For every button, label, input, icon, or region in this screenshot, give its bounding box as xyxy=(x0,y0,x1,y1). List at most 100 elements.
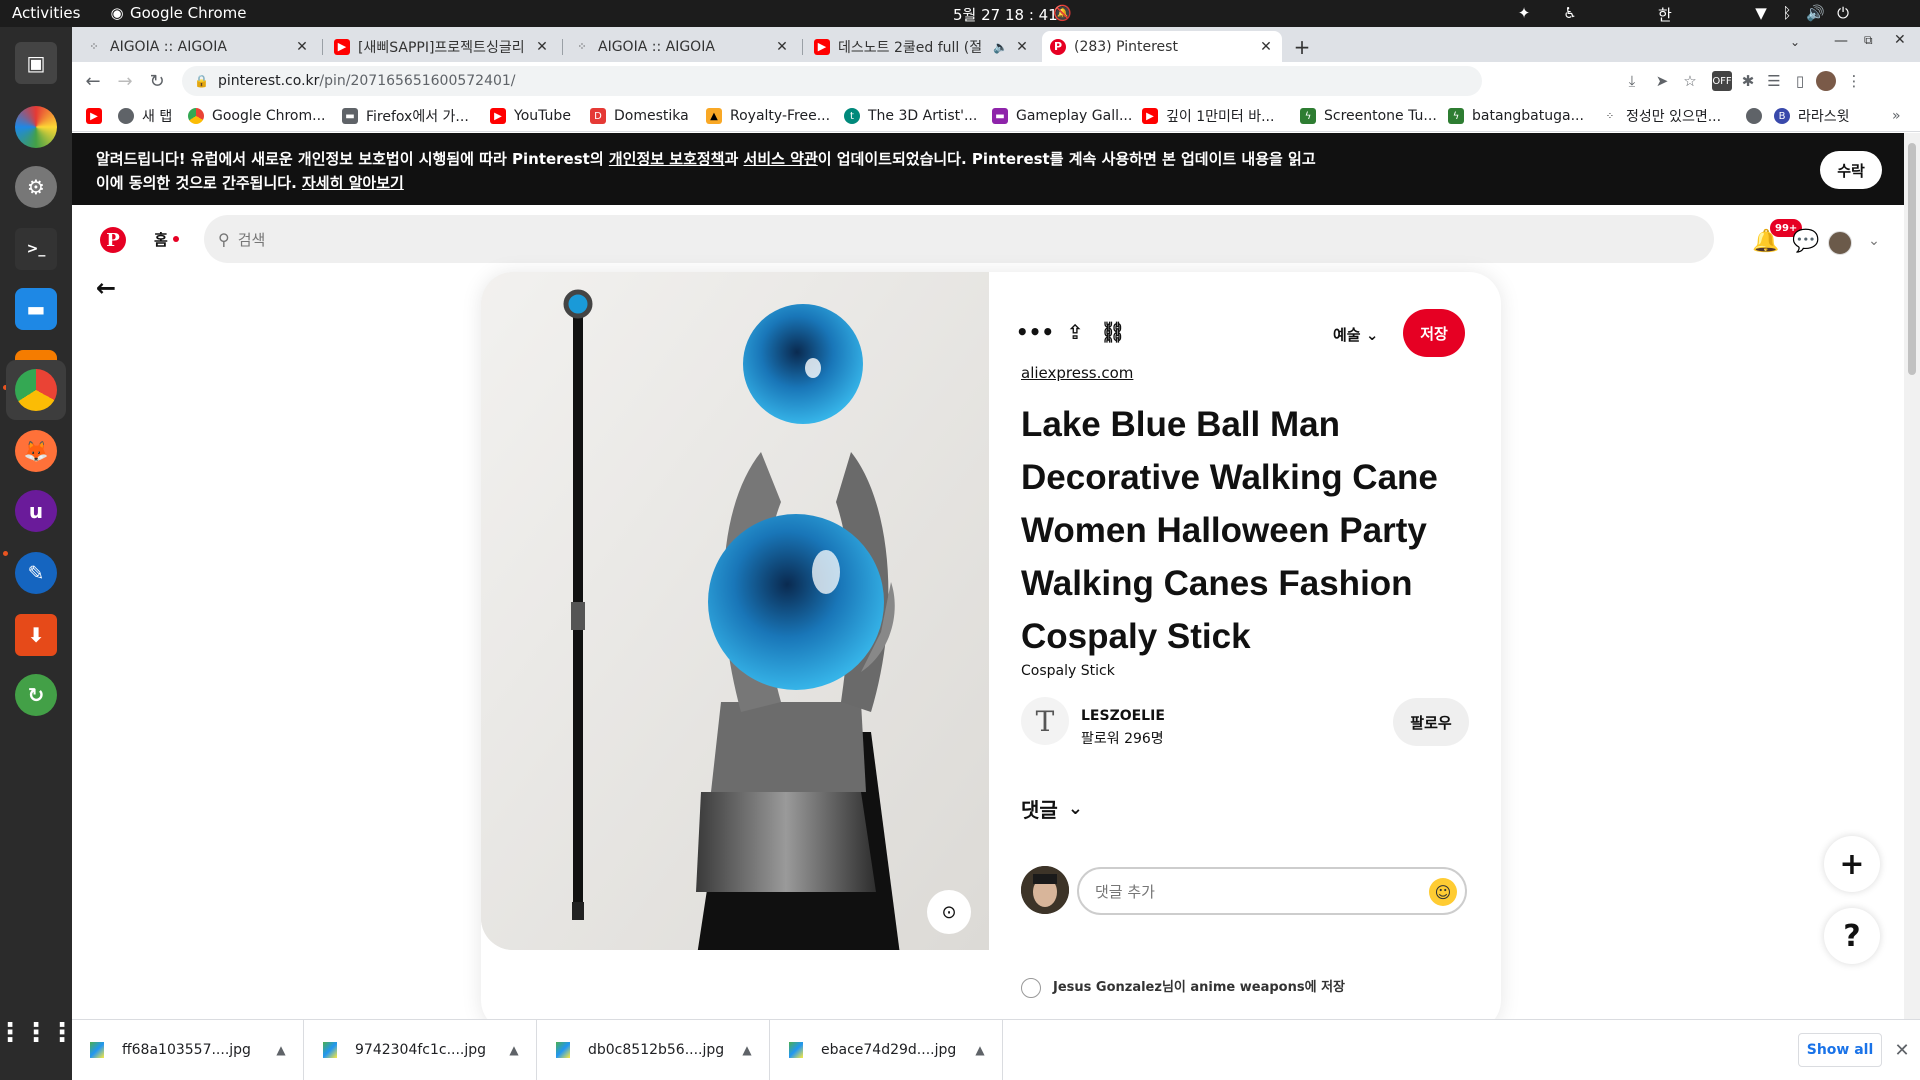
close-icon[interactable]: ✕ xyxy=(532,39,552,55)
dock-terminal[interactable]: >_ xyxy=(10,223,62,275)
pin-image[interactable]: ⊙ xyxy=(481,272,989,950)
bluetooth-icon[interactable]: ᛒ xyxy=(1778,4,1796,22)
chevron-up-icon[interactable]: ▲ xyxy=(502,1043,526,1057)
bookmarks-overflow-icon[interactable]: » xyxy=(1892,106,1901,126)
new-tab-button[interactable]: + xyxy=(1288,33,1316,61)
home-link[interactable]: 홈 xyxy=(154,229,168,250)
add-pin-button[interactable]: + xyxy=(1824,836,1880,892)
chevron-up-icon[interactable]: ▲ xyxy=(968,1043,992,1057)
power-icon[interactable]: ⏻ xyxy=(1834,4,1852,22)
download-item[interactable]: ff68a103557....jpg ▲ xyxy=(72,1020,304,1080)
dock-screenshot-app[interactable]: ▣ xyxy=(10,37,62,89)
dock-updater[interactable]: ↻ xyxy=(10,669,62,721)
bookmark-firefox-folder[interactable]: ▬ Firefox에서 가... xyxy=(342,106,469,126)
follow-button[interactable]: 팔로우 xyxy=(1393,698,1469,746)
dock-krita[interactable]: ✎ xyxy=(10,547,62,599)
back-icon[interactable]: ← xyxy=(80,68,106,94)
clock[interactable]: 5월 27 18 : 41 xyxy=(953,4,1058,25)
forward-icon[interactable]: → xyxy=(112,68,138,94)
close-icon[interactable]: ✕ xyxy=(1256,39,1276,55)
help-button[interactable]: ? xyxy=(1824,908,1880,964)
reload-icon[interactable]: ↻ xyxy=(144,68,170,94)
tab-pinterest[interactable]: P (283) Pinterest ✕ xyxy=(1042,31,1282,62)
save-button[interactable]: 저장 xyxy=(1403,309,1465,357)
messages-icon[interactable]: 💬 xyxy=(1792,227,1820,255)
privacy-policy-link[interactable]: 개인정보 보호정책 xyxy=(609,150,725,168)
send-icon[interactable]: ➤ xyxy=(1652,71,1672,91)
scrollbar-thumb[interactable] xyxy=(1908,143,1916,375)
tab-sappi[interactable]: ▶ [새삐SAPPI]프로젝트싱글리 ✕ xyxy=(326,31,558,62)
wifi-icon[interactable]: ▼ xyxy=(1752,4,1770,22)
reading-list-icon[interactable]: ☰ xyxy=(1764,71,1784,91)
copy-link-icon[interactable]: ⛓ xyxy=(1099,318,1127,346)
menu-kebab-icon[interactable]: ⋮ xyxy=(1844,71,1864,91)
tab-aigoia-2[interactable]: ⁘ AIGOIA :: AIGOIA ✕ xyxy=(566,31,798,62)
tab-search-icon[interactable]: ⌄ xyxy=(1790,35,1800,49)
bookmark-gameplay-gallery[interactable]: ▬ Gameplay Gall... xyxy=(992,106,1132,126)
bookmark-youtube[interactable]: ▶ YouTube xyxy=(490,106,571,126)
bookmark-batang[interactable]: ϟ batangbatuga... xyxy=(1448,106,1584,126)
profile-avatar-icon[interactable] xyxy=(1816,71,1836,91)
bookmark-deep-sea[interactable]: ▶ 깊이 1만미터 바... xyxy=(1142,106,1274,126)
bookmark-3d-artist[interactable]: t The 3D Artist'... xyxy=(844,106,977,126)
input-method-indicator[interactable]: 한 xyxy=(1658,4,1672,25)
close-icon[interactable]: ✕ xyxy=(292,39,312,55)
more-options-icon[interactable]: ••• xyxy=(1016,318,1054,346)
dock-installer[interactable]: ⬇ xyxy=(10,609,62,661)
comment-input[interactable]: 댓글 추가 ☺ xyxy=(1077,867,1467,915)
extensions-puzzle-icon[interactable]: ✱ xyxy=(1738,71,1758,91)
close-icon[interactable]: ✕ xyxy=(772,39,792,55)
accept-button[interactable]: 수락 xyxy=(1820,151,1882,189)
bookmark-star-icon[interactable]: ☆ xyxy=(1680,71,1700,91)
creator-avatar[interactable]: T xyxy=(1021,697,1069,745)
bookmark-royalty-free[interactable]: ▲ Royalty-Free... xyxy=(706,106,830,126)
extension-off-icon[interactable]: OFF xyxy=(1712,71,1732,91)
tab-deathnote[interactable]: ▶ 데스노트 2쿨ed full (절 🔈 ✕ xyxy=(806,31,1038,62)
account-chevron-down-icon[interactable]: ⌄ xyxy=(1860,227,1888,255)
download-item[interactable]: db0c8512b56....jpg ▲ xyxy=(538,1020,770,1080)
bookmark-youtube-icon-only[interactable]: ▶ xyxy=(86,106,110,126)
bookmark-new-tab[interactable]: 새 탭 xyxy=(118,106,172,126)
search-input[interactable]: ⚲ 검색 xyxy=(204,215,1714,263)
bookmark-jeongseong[interactable]: ⁘ 정성만 있으면... xyxy=(1602,106,1721,126)
board-select-dropdown[interactable]: 예술 ⌄ xyxy=(1333,324,1378,345)
creator-name[interactable]: LESZOELIE xyxy=(1081,708,1165,724)
accessibility-icon[interactable]: ♿ xyxy=(1561,4,1579,22)
dock-settings[interactable]: ⚙ xyxy=(10,161,62,213)
app-menu-label[interactable]: Google Chrome xyxy=(130,4,247,22)
emoji-icon[interactable]: ☺ xyxy=(1429,878,1457,906)
visual-search-lens-icon[interactable]: ⊙ xyxy=(927,890,971,934)
window-close-icon[interactable]: ✕ xyxy=(1894,32,1906,48)
pinterest-logo[interactable]: P xyxy=(100,227,126,253)
terms-of-service-link[interactable]: 서비스 약관 xyxy=(744,150,818,168)
show-applications-button[interactable]: ⋮⋮⋮ xyxy=(0,1007,75,1059)
color-picker-tray-icon[interactable]: ✦ xyxy=(1515,4,1533,22)
bookmark-domestika[interactable]: D Domestika xyxy=(590,106,689,126)
dock-upwork-app[interactable]: u xyxy=(10,485,62,537)
address-bar[interactable]: 🔒 pinterest.co.kr/pin/207165651600572401… xyxy=(182,66,1482,96)
avatar[interactable] xyxy=(1828,231,1852,255)
show-all-downloads-button[interactable]: Show all xyxy=(1798,1033,1882,1067)
dock-color-app[interactable] xyxy=(10,101,62,153)
dock-firefox[interactable]: 🦊 xyxy=(10,425,62,477)
comments-toggle[interactable]: 댓글 ⌄ xyxy=(1021,794,1083,823)
minimize-icon[interactable]: — xyxy=(1834,33,1848,49)
close-icon[interactable]: ✕ xyxy=(1012,39,1032,55)
bookmark-lalasweet[interactable]: B 라라스윗 xyxy=(1774,106,1850,126)
install-app-icon[interactable]: ⤓ xyxy=(1622,71,1642,91)
restore-icon[interactable]: ⧉ xyxy=(1864,33,1873,48)
learn-more-link[interactable]: 자세히 알아보기 xyxy=(302,174,404,192)
download-item[interactable]: ebace74d29d....jpg ▲ xyxy=(771,1020,1003,1080)
download-item[interactable]: 9742304fc1c....jpg ▲ xyxy=(305,1020,537,1080)
chevron-up-icon[interactable]: ▲ xyxy=(735,1043,759,1057)
bookmark-google-chrome[interactable]: Google Chrom... xyxy=(188,106,325,126)
volume-icon[interactable]: 🔊 xyxy=(1806,4,1825,22)
back-arrow-icon[interactable]: ← xyxy=(94,274,118,302)
side-panel-icon[interactable]: ▯ xyxy=(1790,71,1810,91)
dock-chrome[interactable] xyxy=(6,360,66,420)
bookmark-screentone[interactable]: ϟ Screentone Tu... xyxy=(1300,106,1437,126)
chevron-up-icon[interactable]: ▲ xyxy=(269,1043,293,1057)
tab-aigoia-1[interactable]: ⁘ AIGOIA :: AIGOIA ✕ xyxy=(78,31,318,62)
audio-playing-icon[interactable]: 🔈 xyxy=(993,40,1008,54)
share-icon[interactable]: ⇪ xyxy=(1061,318,1089,346)
